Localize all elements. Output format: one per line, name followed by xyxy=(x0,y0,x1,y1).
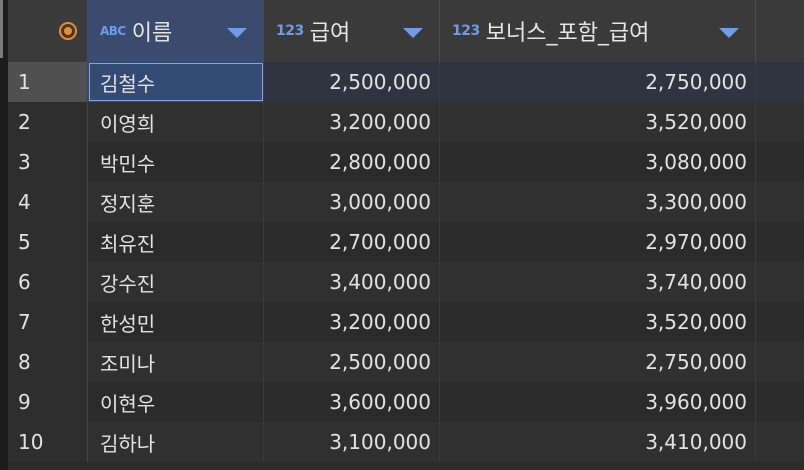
cell-salary[interactable]: 3,000,000 xyxy=(264,182,440,222)
cell-name[interactable]: 이영희 xyxy=(88,102,264,142)
table-row[interactable]: 9 이현우 3,600,000 3,960,000 xyxy=(8,382,804,422)
table-row[interactable]: 5 최유진 2,700,000 2,970,000 xyxy=(8,222,804,262)
cell-name[interactable]: 김철수 xyxy=(88,62,264,102)
number-type-icon: 123 xyxy=(276,23,304,39)
sort-dropdown-icon[interactable] xyxy=(403,28,423,38)
row-number[interactable]: 2 xyxy=(8,102,88,142)
cell-salary[interactable]: 2,800,000 xyxy=(264,142,440,182)
cell-bonus-salary[interactable]: 3,080,000 xyxy=(440,142,756,182)
cell-salary[interactable]: 2,500,000 xyxy=(264,342,440,382)
row-number[interactable]: 10 xyxy=(8,422,88,462)
cell-bonus-salary[interactable]: 3,740,000 xyxy=(440,262,756,302)
row-number[interactable]: 3 xyxy=(8,142,88,182)
column-label: 이름 xyxy=(131,21,173,46)
row-filler xyxy=(756,422,804,462)
grid-body: 1 김철수 2,500,000 2,750,000 2 이영희 3,200,00… xyxy=(8,62,804,462)
row-number[interactable]: 6 xyxy=(8,262,88,302)
cell-name[interactable]: 강수진 xyxy=(88,262,264,302)
cell-salary[interactable]: 2,500,000 xyxy=(264,62,440,102)
sort-dropdown-icon[interactable] xyxy=(719,28,739,38)
row-filler xyxy=(756,142,804,182)
row-filler xyxy=(756,62,804,102)
row-number[interactable]: 5 xyxy=(8,222,88,262)
cell-salary[interactable]: 2,700,000 xyxy=(264,222,440,262)
column-header-bonus-salary[interactable]: 123 보너스_포함_급여 xyxy=(440,0,756,62)
radio-target-icon[interactable] xyxy=(59,22,77,40)
row-filler xyxy=(756,342,804,382)
result-grid: ABC 이름 123 급여 123 보너스_포함_급여 1 김철수 2,500,… xyxy=(0,0,804,470)
column-label: 보너스_포함_급여 xyxy=(485,21,650,46)
gutter-scroll-thumb[interactable] xyxy=(0,0,3,58)
row-filler xyxy=(756,382,804,422)
column-header-salary[interactable]: 123 급여 xyxy=(264,0,440,62)
row-filler xyxy=(756,182,804,222)
header-filler xyxy=(756,0,804,62)
cell-bonus-salary[interactable]: 3,520,000 xyxy=(440,302,756,342)
table-row[interactable]: 1 김철수 2,500,000 2,750,000 xyxy=(8,62,804,102)
row-number[interactable]: 7 xyxy=(8,302,88,342)
cell-bonus-salary[interactable]: 2,750,000 xyxy=(440,62,756,102)
column-header-name[interactable]: ABC 이름 xyxy=(88,0,264,62)
row-filler xyxy=(756,102,804,142)
table-row[interactable]: 3 박민수 2,800,000 3,080,000 xyxy=(8,142,804,182)
row-filler xyxy=(756,222,804,262)
select-all-corner[interactable] xyxy=(8,0,88,62)
cell-salary[interactable]: 3,200,000 xyxy=(264,102,440,142)
sort-dropdown-icon[interactable] xyxy=(227,28,247,38)
cell-name[interactable]: 이현우 xyxy=(88,382,264,422)
row-filler xyxy=(756,302,804,342)
row-number[interactable]: 8 xyxy=(8,342,88,382)
cell-name[interactable]: 조미나 xyxy=(88,342,264,382)
cell-name[interactable]: 정지훈 xyxy=(88,182,264,222)
cell-bonus-salary[interactable]: 3,520,000 xyxy=(440,102,756,142)
cell-bonus-salary[interactable]: 2,750,000 xyxy=(440,342,756,382)
column-label: 급여 xyxy=(309,21,351,46)
cell-bonus-salary[interactable]: 3,960,000 xyxy=(440,382,756,422)
cell-bonus-salary[interactable]: 3,300,000 xyxy=(440,182,756,222)
table-row[interactable]: 10 김하나 3,100,000 3,410,000 xyxy=(8,422,804,462)
table-row[interactable]: 2 이영희 3,200,000 3,520,000 xyxy=(8,102,804,142)
table-row[interactable]: 4 정지훈 3,000,000 3,300,000 xyxy=(8,182,804,222)
row-filler xyxy=(756,262,804,302)
cell-name[interactable]: 김하나 xyxy=(88,422,264,462)
table-row[interactable]: 6 강수진 3,400,000 3,740,000 xyxy=(8,262,804,302)
table-row[interactable]: 8 조미나 2,500,000 2,750,000 xyxy=(8,342,804,382)
cell-salary[interactable]: 3,400,000 xyxy=(264,262,440,302)
table-row[interactable]: 7 한성민 3,200,000 3,520,000 xyxy=(8,302,804,342)
number-type-icon: 123 xyxy=(452,23,480,39)
cell-salary[interactable]: 3,100,000 xyxy=(264,422,440,462)
grid-header: ABC 이름 123 급여 123 보너스_포함_급여 xyxy=(8,0,804,63)
cell-salary[interactable]: 3,600,000 xyxy=(264,382,440,422)
row-number[interactable]: 4 xyxy=(8,182,88,222)
cell-name[interactable]: 한성민 xyxy=(88,302,264,342)
cell-bonus-salary[interactable]: 3,410,000 xyxy=(440,422,756,462)
row-number[interactable]: 1 xyxy=(8,62,88,102)
cell-salary[interactable]: 3,200,000 xyxy=(264,302,440,342)
cell-name[interactable]: 최유진 xyxy=(88,222,264,262)
cell-name[interactable]: 박민수 xyxy=(88,142,264,182)
row-number[interactable]: 9 xyxy=(8,382,88,422)
left-gutter xyxy=(0,0,8,470)
cell-bonus-salary[interactable]: 2,970,000 xyxy=(440,222,756,262)
text-type-icon: ABC xyxy=(100,24,126,38)
